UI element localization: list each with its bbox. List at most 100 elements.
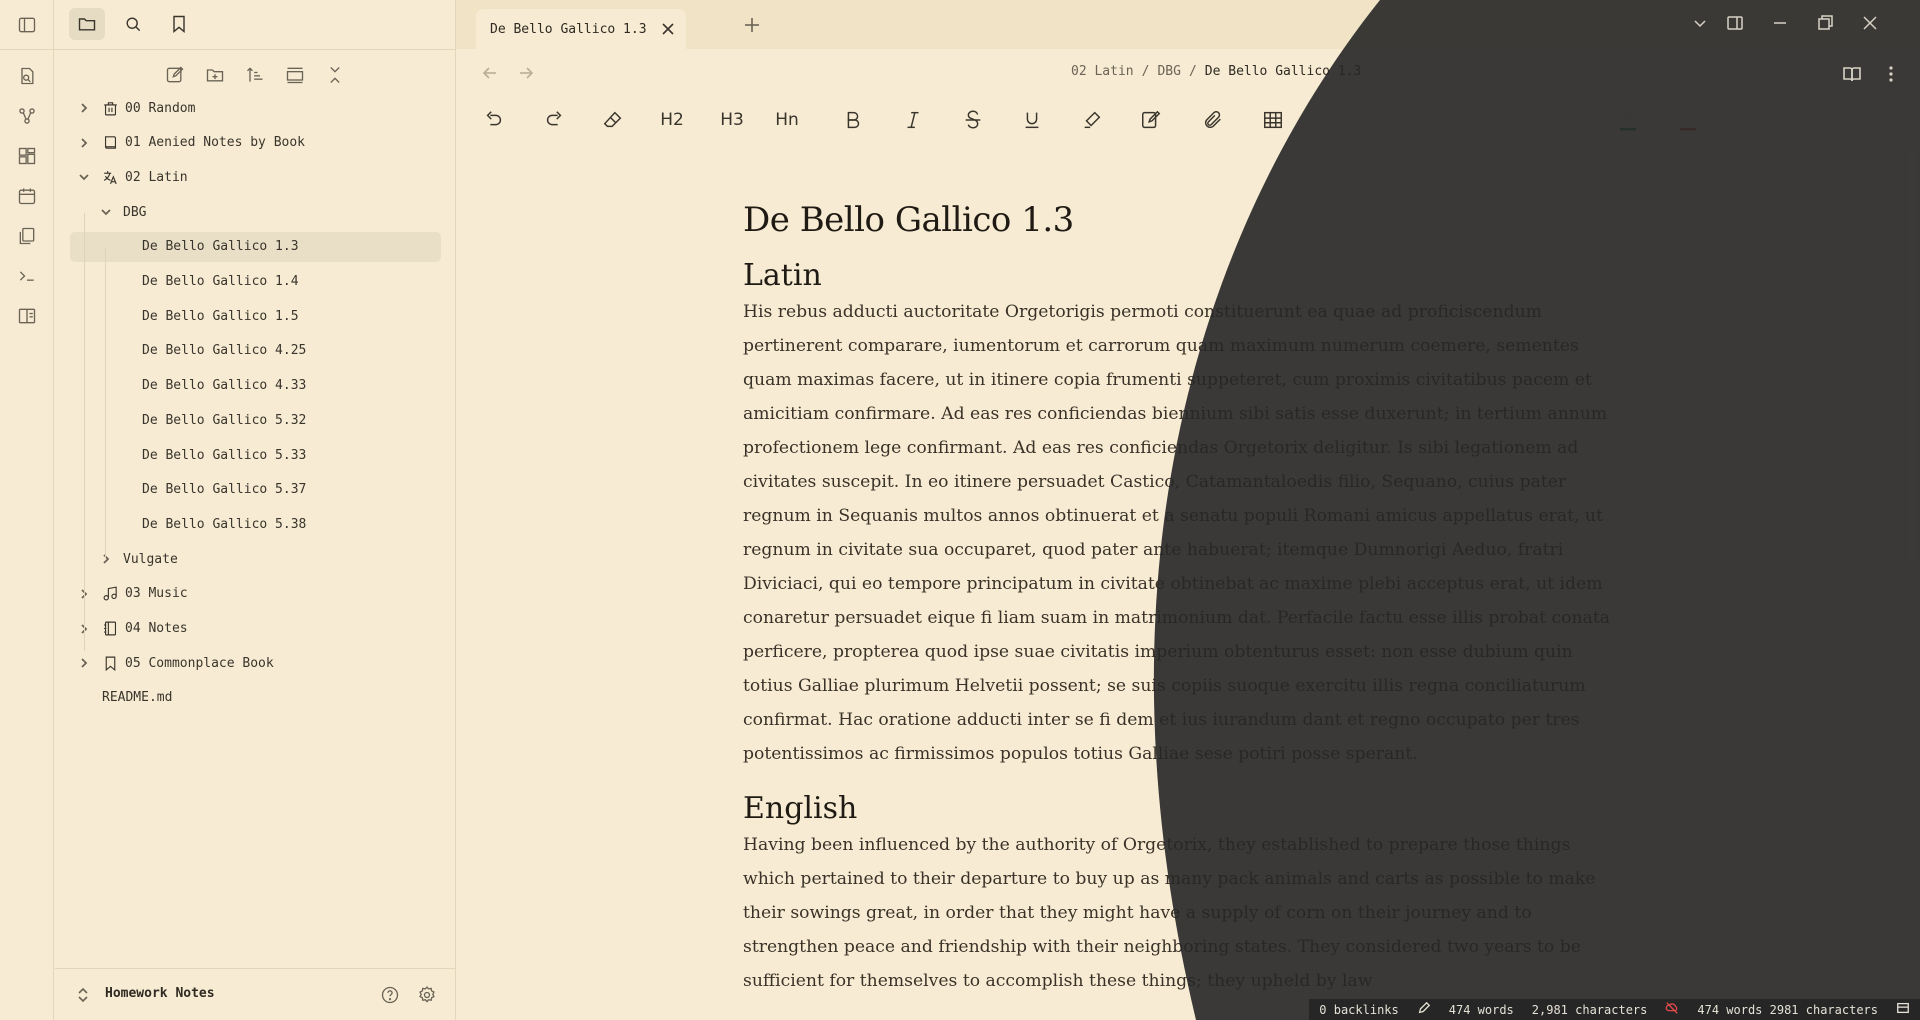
bookmark-icon bbox=[101, 654, 119, 672]
latin-paragraph[interactable]: His rebus adducti auctoritate Orgetorigi… bbox=[743, 295, 1623, 771]
redo-icon[interactable] bbox=[542, 107, 566, 133]
chevron-right-icon[interactable] bbox=[77, 101, 91, 115]
chevron-right-icon[interactable] bbox=[77, 656, 91, 670]
forward-arrow-icon[interactable] bbox=[517, 64, 535, 82]
sort-button[interactable] bbox=[243, 62, 267, 88]
attachment-icon[interactable] bbox=[1201, 107, 1225, 133]
daily-note-icon[interactable] bbox=[14, 183, 40, 209]
tree-item-label: 01 Aenied Notes by Book bbox=[125, 135, 306, 151]
new-folder-button[interactable] bbox=[203, 62, 227, 88]
tree-folder[interactable]: 03 Music bbox=[77, 579, 188, 609]
new-tab-icon[interactable] bbox=[742, 15, 762, 35]
exit-fullscreen-icon[interactable] bbox=[1796, 107, 1820, 133]
align-icon[interactable] bbox=[1556, 107, 1580, 133]
settings-gear-icon[interactable] bbox=[415, 983, 439, 1007]
search-tab[interactable] bbox=[115, 8, 151, 40]
more-options-icon[interactable] bbox=[1881, 64, 1901, 84]
tree-note[interactable]: De Bello Gallico 1.3 bbox=[70, 231, 441, 262]
tree-folder[interactable]: Vulgate bbox=[99, 544, 178, 574]
graph-view-icon[interactable] bbox=[14, 103, 40, 129]
tree-note[interactable]: De Bello Gallico 5.38 bbox=[70, 509, 441, 539]
back-arrow-icon[interactable] bbox=[481, 64, 499, 82]
bold-icon[interactable] bbox=[841, 107, 865, 133]
canvas-icon[interactable] bbox=[14, 143, 40, 169]
tree-note[interactable]: De Bello Gallico 5.32 bbox=[70, 405, 441, 435]
italic-icon[interactable] bbox=[901, 107, 925, 133]
sync-error-icon[interactable] bbox=[1665, 1001, 1679, 1018]
chevron-down-icon[interactable] bbox=[99, 205, 113, 219]
command-palette-icon[interactable] bbox=[14, 263, 40, 289]
tab-list-chevron-icon[interactable] bbox=[1691, 14, 1709, 32]
strikethrough-icon[interactable] bbox=[961, 107, 985, 133]
auto-reveal-button[interactable] bbox=[283, 62, 307, 88]
close-window-icon[interactable] bbox=[1861, 14, 1879, 32]
tree-folder[interactable]: 01 Aenied Notes by Book bbox=[77, 128, 305, 158]
vault-switcher-icon[interactable] bbox=[75, 986, 91, 1004]
restore-window-icon[interactable] bbox=[1816, 14, 1834, 32]
slides-icon[interactable] bbox=[14, 303, 40, 329]
right-sidebar-toggle-icon[interactable] bbox=[1726, 14, 1744, 32]
new-note-button[interactable] bbox=[163, 62, 187, 88]
tree-note[interactable]: De Bello Gallico 5.37 bbox=[70, 475, 441, 505]
edit-mode-icon[interactable] bbox=[1417, 1001, 1431, 1018]
tab-active-note[interactable]: De Bello Gallico 1.3 bbox=[476, 9, 686, 49]
minimize-window-icon[interactable] bbox=[1771, 14, 1789, 32]
files-tab[interactable] bbox=[69, 8, 105, 40]
open-quick-switcher-icon[interactable] bbox=[14, 63, 40, 89]
highlight-pen-icon[interactable] bbox=[1080, 107, 1104, 133]
comment-icon[interactable] bbox=[1377, 107, 1401, 133]
chevron-right-icon[interactable] bbox=[77, 136, 91, 150]
text-color-icon[interactable] bbox=[1616, 107, 1640, 133]
tree-folder[interactable]: 04 Notes bbox=[77, 614, 188, 644]
layout-icon[interactable] bbox=[1896, 1001, 1910, 1018]
collapse-icon bbox=[330, 67, 340, 83]
heading-n-button[interactable]: Hn bbox=[775, 107, 799, 133]
edit-dropdown-icon[interactable] bbox=[1139, 107, 1163, 133]
chevron-right-icon[interactable] bbox=[99, 552, 113, 566]
tree-folder[interactable]: DBG bbox=[99, 197, 146, 227]
close-tab-icon[interactable] bbox=[660, 21, 676, 37]
tree-note[interactable]: De Bello Gallico 5.33 bbox=[70, 440, 441, 470]
breadcrumb-item[interactable]: DBG bbox=[1157, 64, 1180, 79]
tree-folder[interactable]: 02 Latin bbox=[77, 162, 188, 192]
breadcrumb-item[interactable]: 02 Latin bbox=[1071, 64, 1134, 79]
help-icon[interactable] bbox=[378, 983, 402, 1007]
collapse-all-button[interactable] bbox=[323, 62, 347, 88]
checklist-icon[interactable] bbox=[1322, 107, 1346, 133]
english-heading[interactable]: English bbox=[743, 791, 1623, 826]
list-icon[interactable] bbox=[1496, 107, 1520, 133]
note-title[interactable]: De Bello Gallico 1.3 bbox=[743, 200, 1623, 240]
text-format-icon[interactable] bbox=[1436, 107, 1460, 133]
source-code-icon[interactable] bbox=[1856, 107, 1880, 133]
undo-icon[interactable] bbox=[482, 107, 506, 133]
tree-folder[interactable]: 00 Random bbox=[77, 93, 195, 123]
toggle-sidebar-icon[interactable] bbox=[14, 12, 40, 38]
chevron-down-icon[interactable] bbox=[77, 170, 91, 184]
status-bar: 0 backlinks 474 words 2,981 characters 4… bbox=[1309, 999, 1920, 1020]
english-paragraph[interactable]: Having been influenced by the authority … bbox=[743, 828, 1623, 998]
tree-note[interactable]: De Bello Gallico 4.25 bbox=[70, 336, 441, 366]
tree-file[interactable]: README.md bbox=[102, 683, 172, 713]
vault-name[interactable]: Homework Notes bbox=[105, 986, 215, 1001]
tree-item-label: De Bello Gallico 4.33 bbox=[142, 378, 307, 394]
tree-note[interactable]: De Bello Gallico 1.4 bbox=[70, 267, 441, 297]
tree-note[interactable]: De Bello Gallico 4.33 bbox=[70, 371, 441, 401]
highlight-color-icon[interactable] bbox=[1676, 107, 1700, 133]
backlinks-count[interactable]: 0 backlinks bbox=[1319, 1003, 1398, 1017]
note-content[interactable]: De Bello Gallico 1.3 Latin His rebus add… bbox=[743, 200, 1623, 998]
heading-3-button[interactable]: H3 bbox=[720, 107, 744, 133]
breadcrumb-current[interactable]: De Bello Gallico 1.3 bbox=[1205, 64, 1362, 79]
latin-heading[interactable]: Latin bbox=[743, 258, 1623, 293]
clear-format-icon[interactable] bbox=[601, 107, 625, 133]
word-character-count: 474 words 2981 characters bbox=[1697, 1002, 1878, 1017]
reading-view-icon[interactable] bbox=[1842, 64, 1862, 84]
tree-folder[interactable]: 05 Commonplace Book bbox=[77, 648, 274, 678]
underline-icon[interactable] bbox=[1020, 107, 1044, 133]
tree-note[interactable]: De Bello Gallico 1.5 bbox=[70, 301, 441, 331]
fullscreen-icon[interactable] bbox=[1736, 107, 1760, 133]
bookmarks-tab[interactable] bbox=[161, 8, 197, 40]
editor-scrollbar[interactable] bbox=[1909, 148, 1915, 562]
table-icon[interactable] bbox=[1261, 107, 1285, 133]
templates-icon[interactable] bbox=[14, 223, 40, 249]
heading-2-button[interactable]: H2 bbox=[660, 107, 684, 133]
